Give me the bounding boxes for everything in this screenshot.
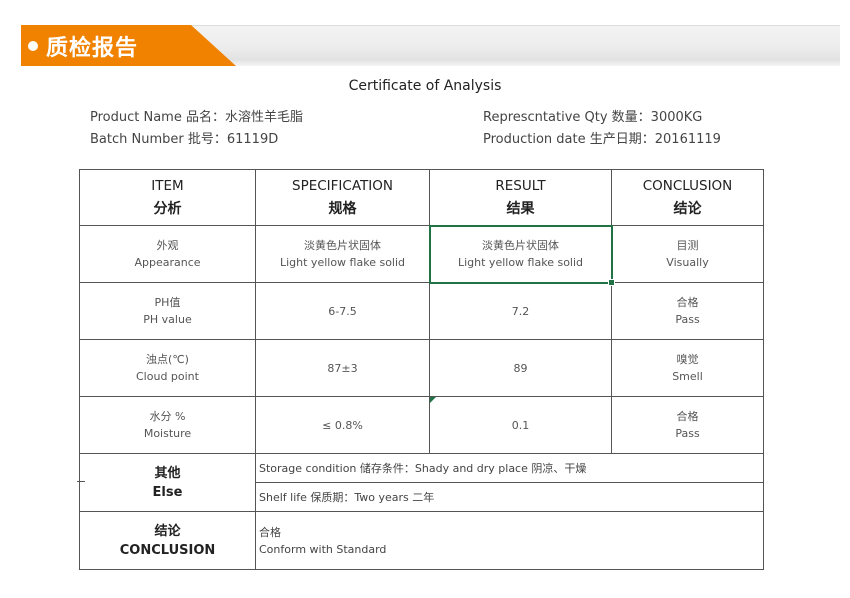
header-conclusion[interactable]: CONCLUSION 结论 xyxy=(611,169,764,226)
cell-conclusion[interactable]: 目测 Visually xyxy=(611,225,764,283)
cell-spec[interactable]: 淡黄色片状固体 Light yellow flake solid xyxy=(255,225,430,283)
cell-item[interactable]: 外观 Appearance xyxy=(79,225,256,283)
cell-storage-condition[interactable]: Storage condition 储存条件：Shady and dry pla… xyxy=(255,453,764,483)
meta-left: Product Name 品名：水溶性羊毛脂 Batch Number 批号：6… xyxy=(90,107,303,151)
product-name: Product Name 品名：水溶性羊毛脂 xyxy=(90,110,303,125)
row-marker xyxy=(77,481,85,482)
cell-result[interactable]: 0.1 xyxy=(429,396,612,454)
cell-spec[interactable]: 87±3 xyxy=(255,339,430,397)
table-row: 水分 % Moisture ≤ 0.8% 0.1 合格 Pass xyxy=(79,396,764,454)
table-header-row: ITEM 分析 SPECIFICATION 规格 RESULT 结果 CONCLUSI… xyxy=(79,169,764,226)
cell-item[interactable]: 浊点(℃) Cloud point xyxy=(79,339,256,397)
cell-result[interactable]: 7.2 xyxy=(429,282,612,340)
bullet-icon xyxy=(28,41,38,51)
conclusion-row: 结论 CONCLUSION 合格 Conform with Standard xyxy=(79,511,764,570)
header-specification[interactable]: SPECIFICATION 规格 xyxy=(255,169,430,226)
cell-conclusion[interactable]: 嗅觉 Smell xyxy=(611,339,764,397)
fill-handle[interactable] xyxy=(608,279,615,286)
section-title: 质检报告 xyxy=(28,30,138,62)
cell-conclusion[interactable]: 合格 Pass xyxy=(611,396,764,454)
cell-else-label[interactable]: 其他 Else xyxy=(79,453,256,512)
cell-result[interactable]: 89 xyxy=(429,339,612,397)
cell-item[interactable]: PH值 PH value xyxy=(79,282,256,340)
else-row-storage: 其他 Else Storage condition 储存条件：Shady and … xyxy=(79,453,764,512)
batch-number: Batch Number 批号：61119D xyxy=(90,132,279,147)
cell-conclusion[interactable]: 合格 Pass xyxy=(611,282,764,340)
header-item[interactable]: ITEM 分析 xyxy=(79,169,256,226)
cell-conclusion-label[interactable]: 结论 CONCLUSION xyxy=(79,511,256,570)
analysis-table: ITEM 分析 SPECIFICATION 规格 RESULT 结果 CONCLUSI… xyxy=(79,169,764,570)
cell-spec[interactable]: ≤ 0.8% xyxy=(255,396,430,454)
header-result[interactable]: RESULT 结果 xyxy=(429,169,612,226)
cell-conclusion-value[interactable]: 合格 Conform with Standard xyxy=(255,511,764,570)
meta-right: Represcntative Qty 数量：3000KG Production … xyxy=(483,107,721,151)
quantity: Represcntative Qty 数量：3000KG xyxy=(483,110,703,125)
cell-shelf-life[interactable]: Shelf life 保质期：Two years 二年 xyxy=(255,482,764,512)
comment-indicator-icon xyxy=(430,397,436,403)
table-row: PH值 PH value 6-7.5 7.2 合格 Pass xyxy=(79,282,764,340)
table-row: 浊点(℃) Cloud point 87±3 89 嗅觉 Smell xyxy=(79,339,764,397)
section-title-text: 质检报告 xyxy=(46,36,139,61)
production-date: Production date 生产日期：20161119 xyxy=(483,132,721,147)
document-title: Certificate of Analysis xyxy=(348,78,502,94)
cell-result-selected[interactable]: 淡黄色片状固体 Light yellow flake solid xyxy=(428,224,615,286)
cell-item[interactable]: 水分 % Moisture xyxy=(79,396,256,454)
table-row: 外观 Appearance 淡黄色片状固体 Light yellow flake s… xyxy=(79,224,764,286)
cell-spec[interactable]: 6-7.5 xyxy=(255,282,430,340)
